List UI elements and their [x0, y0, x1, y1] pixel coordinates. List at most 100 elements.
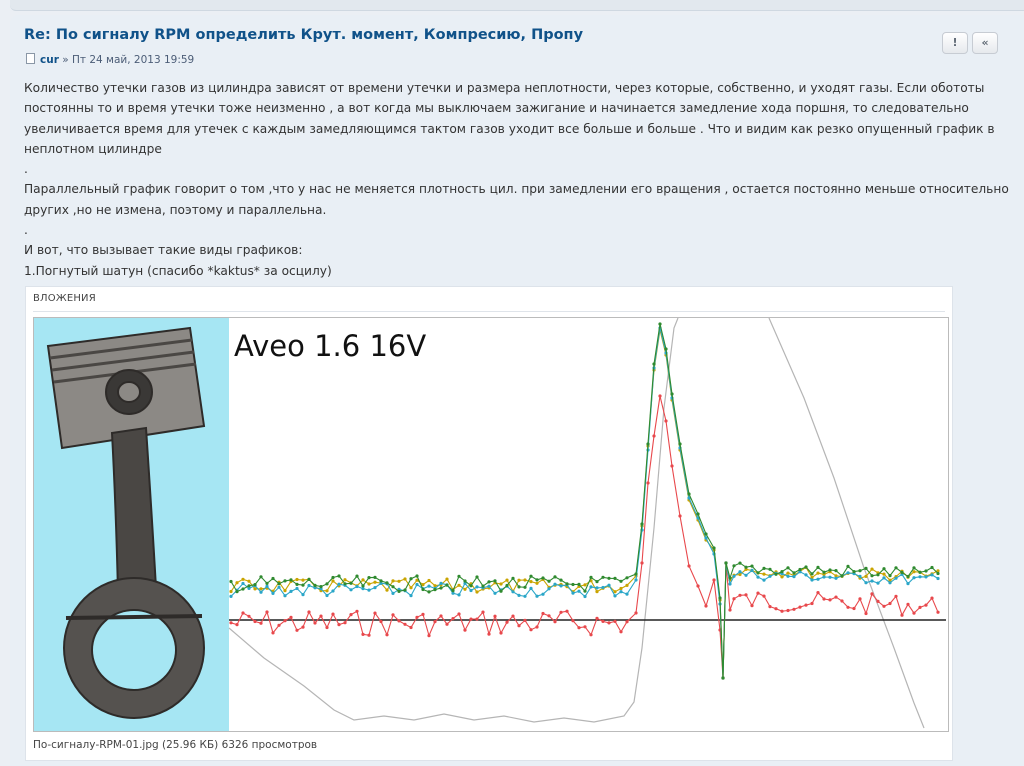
red-series-point: [738, 593, 742, 597]
yellow-series-point: [343, 578, 347, 582]
red-series-point: [547, 614, 551, 618]
green-series-point: [439, 586, 443, 590]
yellow-series-point: [505, 578, 509, 582]
green-series-point: [756, 571, 760, 575]
green-series-point: [894, 566, 898, 570]
report-button[interactable]: !: [942, 32, 968, 54]
green-series-point: [415, 574, 419, 578]
cyan-series-point: [936, 576, 940, 581]
red-series-point: [756, 591, 760, 595]
attachment-caption[interactable]: По-сигналу-RPM-01.jpg (25.96 КБ) 6326 пр…: [33, 739, 317, 751]
grey-trace: [228, 317, 925, 729]
green-series-point: [565, 582, 569, 586]
yellow-series-point: [247, 579, 251, 583]
green-series-point: [924, 569, 928, 573]
red-series-point: [634, 611, 638, 615]
green-series-point: [259, 575, 263, 579]
yellow-series-point: [583, 583, 587, 587]
yellow-series-point: [529, 580, 533, 584]
red-series-point: [241, 611, 245, 615]
green-series-point: [373, 575, 377, 579]
cyan-series-point: [301, 593, 305, 597]
green-series-point: [469, 584, 473, 588]
red-series-point: [804, 603, 808, 607]
yellow-series-point: [409, 586, 413, 590]
red-series-point: [355, 609, 359, 613]
cyan-series-point: [571, 591, 575, 595]
yellow-series-point: [595, 590, 599, 594]
red-series-point: [912, 611, 916, 615]
green-series-point: [475, 575, 479, 579]
cyan-series-point: [409, 594, 413, 598]
yellow-series-point: [361, 578, 365, 582]
red-series-point: [409, 625, 413, 630]
cyan-series-point: [535, 594, 539, 598]
red-series-point: [451, 617, 455, 621]
green-series-point: [391, 585, 395, 589]
red-series-point: [792, 607, 796, 611]
green-series-point: [712, 546, 716, 550]
yellow-series-point: [295, 577, 299, 582]
forum-post: Re: По сигналу RPM определить Крут. моме…: [10, 15, 1024, 766]
red-series-point: [852, 606, 856, 611]
red-series-point: [373, 611, 377, 615]
cyan-series-point: [271, 591, 275, 595]
red-series-point: [577, 626, 581, 630]
red-series-point: [828, 598, 832, 602]
cyan-series-point: [529, 586, 533, 590]
cyan-series-point: [475, 585, 479, 589]
green-series-point: [858, 569, 862, 573]
red-series-point: [936, 610, 940, 614]
post-buttons: ! «: [942, 31, 1002, 54]
red-series-point: [888, 601, 892, 606]
cyan-series-point: [634, 578, 638, 582]
red-series-point: [613, 619, 617, 623]
green-series-point: [816, 565, 820, 569]
red-series-point: [858, 597, 862, 601]
red-series-point: [906, 602, 910, 606]
red-series-point: [664, 419, 668, 423]
green-series-point: [696, 512, 700, 516]
cyan-series-point: [728, 582, 732, 586]
post-author[interactable]: cur: [40, 54, 59, 66]
cyan-series-point: [894, 576, 898, 580]
red-series-point: [301, 625, 305, 629]
green-series-point: [652, 362, 656, 366]
attachment-image[interactable]: Aveo 1.6 16V: [33, 317, 949, 732]
cyan-series-point: [792, 575, 796, 579]
green-series-point: [403, 588, 407, 592]
cyan-series-point: [876, 581, 880, 585]
red-series-point: [687, 564, 691, 568]
yellow-series-point: [241, 577, 245, 581]
quote-button[interactable]: «: [972, 32, 998, 54]
post-paragraph: .: [24, 223, 28, 238]
cyan-series-point: [601, 585, 605, 590]
green-series-point: [337, 574, 341, 578]
cyan-series-point: [607, 583, 611, 587]
green-series-point: [822, 570, 826, 574]
post-title[interactable]: Re: По сигналу RPM определить Крут. моме…: [24, 27, 583, 43]
cyan-series-point: [295, 586, 299, 591]
red-series-point: [391, 613, 395, 617]
red-series-point: [625, 620, 629, 624]
green-series-point: [277, 582, 281, 586]
cyan-series-point: [547, 587, 551, 591]
red-series-point: [876, 599, 880, 603]
cyan-series-point: [391, 591, 395, 595]
post-icon[interactable]: [26, 53, 35, 64]
yellow-series-point: [625, 583, 629, 587]
red-series-point: [744, 593, 748, 597]
green-series-point: [307, 577, 311, 581]
cyan-series-point: [331, 589, 335, 593]
yellow-series-point: [762, 572, 766, 576]
green-series-point: [583, 589, 587, 593]
red-series-point: [331, 612, 335, 616]
red-series-point: [798, 605, 802, 609]
green-series-point: [433, 588, 437, 592]
red-series-point: [505, 620, 509, 624]
red-series-point: [289, 615, 293, 619]
green-series-point: [253, 583, 257, 587]
red-series-point: [403, 622, 407, 626]
yellow-series-point: [331, 579, 335, 583]
yellow-series-point: [523, 578, 527, 582]
